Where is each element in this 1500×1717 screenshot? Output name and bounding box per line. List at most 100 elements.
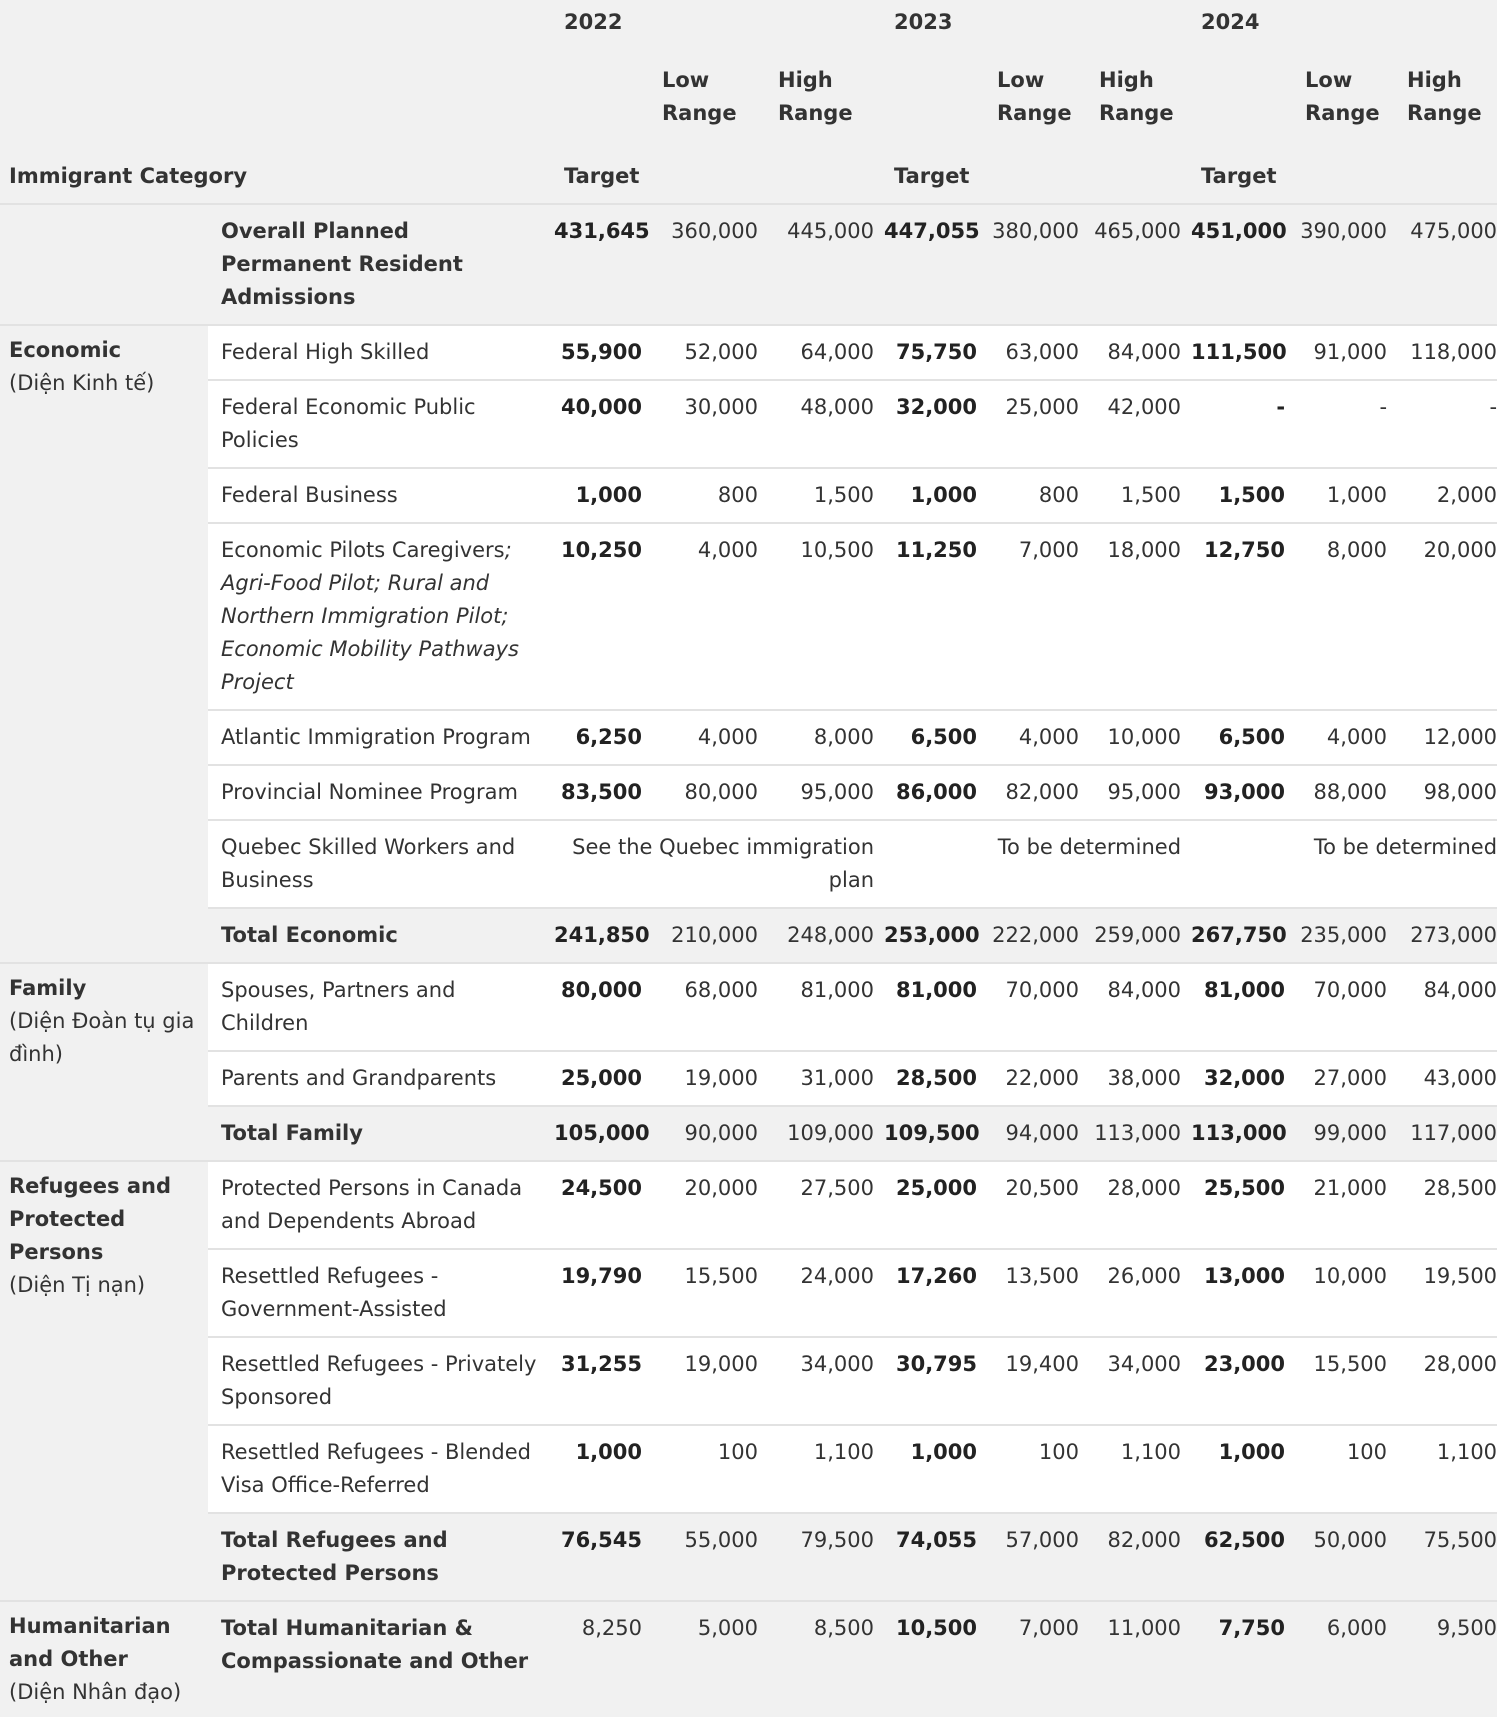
row-label: Resettled Refugees - Government-Assisted — [208, 1248, 554, 1337]
value-cell: 1,100 — [1397, 1424, 1498, 1513]
value-cell: 800 — [652, 467, 768, 523]
value-cell: 55,900 — [554, 324, 652, 380]
value-cell: 800 — [987, 467, 1090, 523]
value-cell: 25,500 — [1191, 1160, 1296, 1249]
table-row: Resettled Refugees - Privately Sponsored… — [0, 1336, 1498, 1425]
value-cell: 86,000 — [884, 764, 988, 820]
value-cell: 1,500 — [768, 467, 885, 523]
category-name-vn: (Diện Kinh tế) — [9, 371, 155, 395]
value-cell: 25,000 — [987, 379, 1090, 468]
row-label: Federal Economic Public Policies — [208, 379, 554, 468]
value-cell: - — [1191, 379, 1296, 468]
value-cell: 23,000 — [1191, 1336, 1296, 1425]
value-cell: 27,500 — [768, 1160, 885, 1249]
value-cell: 12,000 — [1397, 709, 1498, 765]
value-cell: 6,250 — [554, 709, 652, 765]
row-label: Provincial Nominee Program — [208, 764, 554, 820]
value-cell: 100 — [1295, 1424, 1398, 1513]
value-cell: 64,000 — [768, 324, 885, 380]
value-cell: 8,250 — [554, 1600, 652, 1717]
value-cell: 2,000 — [1397, 467, 1498, 523]
low-range-2023-header: Low Range — [997, 68, 1072, 125]
category-name: Humanitarian and Other — [9, 1614, 171, 1671]
immigrant-category-header: Immigrant Category — [9, 164, 248, 188]
row-label: Resettled Refugees - Privately Sponsored — [208, 1336, 554, 1425]
value-cell: 95,000 — [1089, 764, 1192, 820]
value-cell: 7,000 — [987, 1600, 1090, 1717]
value-cell: 57,000 — [987, 1512, 1090, 1601]
value-cell: 98,000 — [1397, 764, 1498, 820]
value-cell: 6,500 — [884, 709, 988, 765]
value-cell: 28,000 — [1089, 1160, 1192, 1249]
value-cell: 30,795 — [884, 1336, 988, 1425]
value-cell: 84,000 — [1089, 962, 1192, 1051]
value-cell: 27,000 — [1295, 1050, 1398, 1106]
value-cell: 210,000 — [652, 907, 768, 963]
row-label: Spouses, Partners and Children — [208, 962, 554, 1051]
target-2023-header: Target — [894, 164, 970, 188]
value-cell: 10,500 — [884, 1600, 988, 1717]
row-label: Total Humanitarian & Compassionate and O… — [208, 1600, 554, 1717]
row-label: Quebec Skilled Workers and Business — [208, 819, 554, 908]
value-cell: 475,000 — [1397, 203, 1498, 325]
table-row-total: Total Refugees and Protected Persons 76,… — [0, 1512, 1498, 1601]
value-cell: 1,000 — [884, 1424, 988, 1513]
value-cell: 19,400 — [987, 1336, 1090, 1425]
value-cell: 79,500 — [768, 1512, 885, 1601]
value-cell: 28,500 — [884, 1050, 988, 1106]
value-cell: 99,000 — [1295, 1105, 1398, 1161]
value-cell: 259,000 — [1089, 907, 1192, 963]
row-label: Total Family — [208, 1105, 554, 1161]
value-cell: 117,000 — [1397, 1105, 1498, 1161]
table-row: Economic Pilots Caregivers; Agri-Food Pi… — [0, 522, 1498, 710]
value-cell: 19,790 — [554, 1248, 652, 1337]
value-cell: 22,000 — [987, 1050, 1090, 1106]
value-cell: 100 — [987, 1424, 1090, 1513]
low-range-2022-header: Low Range — [662, 68, 737, 125]
value-cell: 109,500 — [884, 1105, 988, 1161]
value-cell: 32,000 — [884, 379, 988, 468]
value-cell: 91,000 — [1295, 324, 1398, 380]
immigration-levels-sheet: 2022 2023 2024 Immigrant Category Target… — [0, 0, 1498, 1717]
value-cell: 390,000 — [1295, 203, 1398, 325]
low-range-2024-header: Low Range — [1305, 68, 1380, 125]
value-cell: 19,500 — [1397, 1248, 1498, 1337]
row-label: Parents and Grandparents — [208, 1050, 554, 1106]
value-cell: 93,000 — [1191, 764, 1296, 820]
table-row: Parents and Grandparents 25,000 19,000 3… — [0, 1050, 1498, 1106]
value-cell: 7,750 — [1191, 1600, 1296, 1717]
value-cell: 15,500 — [652, 1248, 768, 1337]
value-cell: 109,000 — [768, 1105, 885, 1161]
value-cell: 90,000 — [652, 1105, 768, 1161]
row-label: Atlantic Immigration Program — [208, 709, 554, 765]
value-cell: 38,000 — [1089, 1050, 1192, 1106]
value-cell: 32,000 — [1191, 1050, 1296, 1106]
value-cell: 10,000 — [1089, 709, 1192, 765]
category-name: Refugees and Protected Persons — [9, 1174, 171, 1264]
value-cell: 15,500 — [1295, 1336, 1398, 1425]
value-cell: 31,255 — [554, 1336, 652, 1425]
value-cell: 17,260 — [884, 1248, 988, 1337]
category-cell-humanitarian: Humanitarian and Other (Diện Nhân đạo) — [0, 1600, 208, 1717]
value-cell: 52,000 — [652, 324, 768, 380]
value-cell: 75,500 — [1397, 1512, 1498, 1601]
value-cell: 8,000 — [768, 709, 885, 765]
quebec-note-2024: To be determined — [1191, 819, 1498, 908]
value-cell: 18,000 — [1089, 522, 1192, 710]
row-label: Overall Planned Permanent Resident Admis… — [208, 203, 554, 325]
value-cell: 105,000 — [554, 1105, 652, 1161]
value-cell: 113,000 — [1191, 1105, 1296, 1161]
value-cell: 118,000 — [1397, 324, 1498, 380]
value-cell: 1,000 — [1191, 1424, 1296, 1513]
value-cell: 4,000 — [1295, 709, 1398, 765]
value-cell: 48,000 — [768, 379, 885, 468]
value-cell: 62,500 — [1191, 1512, 1296, 1601]
row-label: Total Economic — [208, 907, 554, 963]
value-cell: 13,500 — [987, 1248, 1090, 1337]
value-cell: 248,000 — [768, 907, 885, 963]
value-cell: 113,000 — [1089, 1105, 1192, 1161]
value-cell: 431,645 — [554, 203, 652, 325]
value-cell: 81,000 — [768, 962, 885, 1051]
value-cell: 10,500 — [768, 522, 885, 710]
value-cell: 68,000 — [652, 962, 768, 1051]
